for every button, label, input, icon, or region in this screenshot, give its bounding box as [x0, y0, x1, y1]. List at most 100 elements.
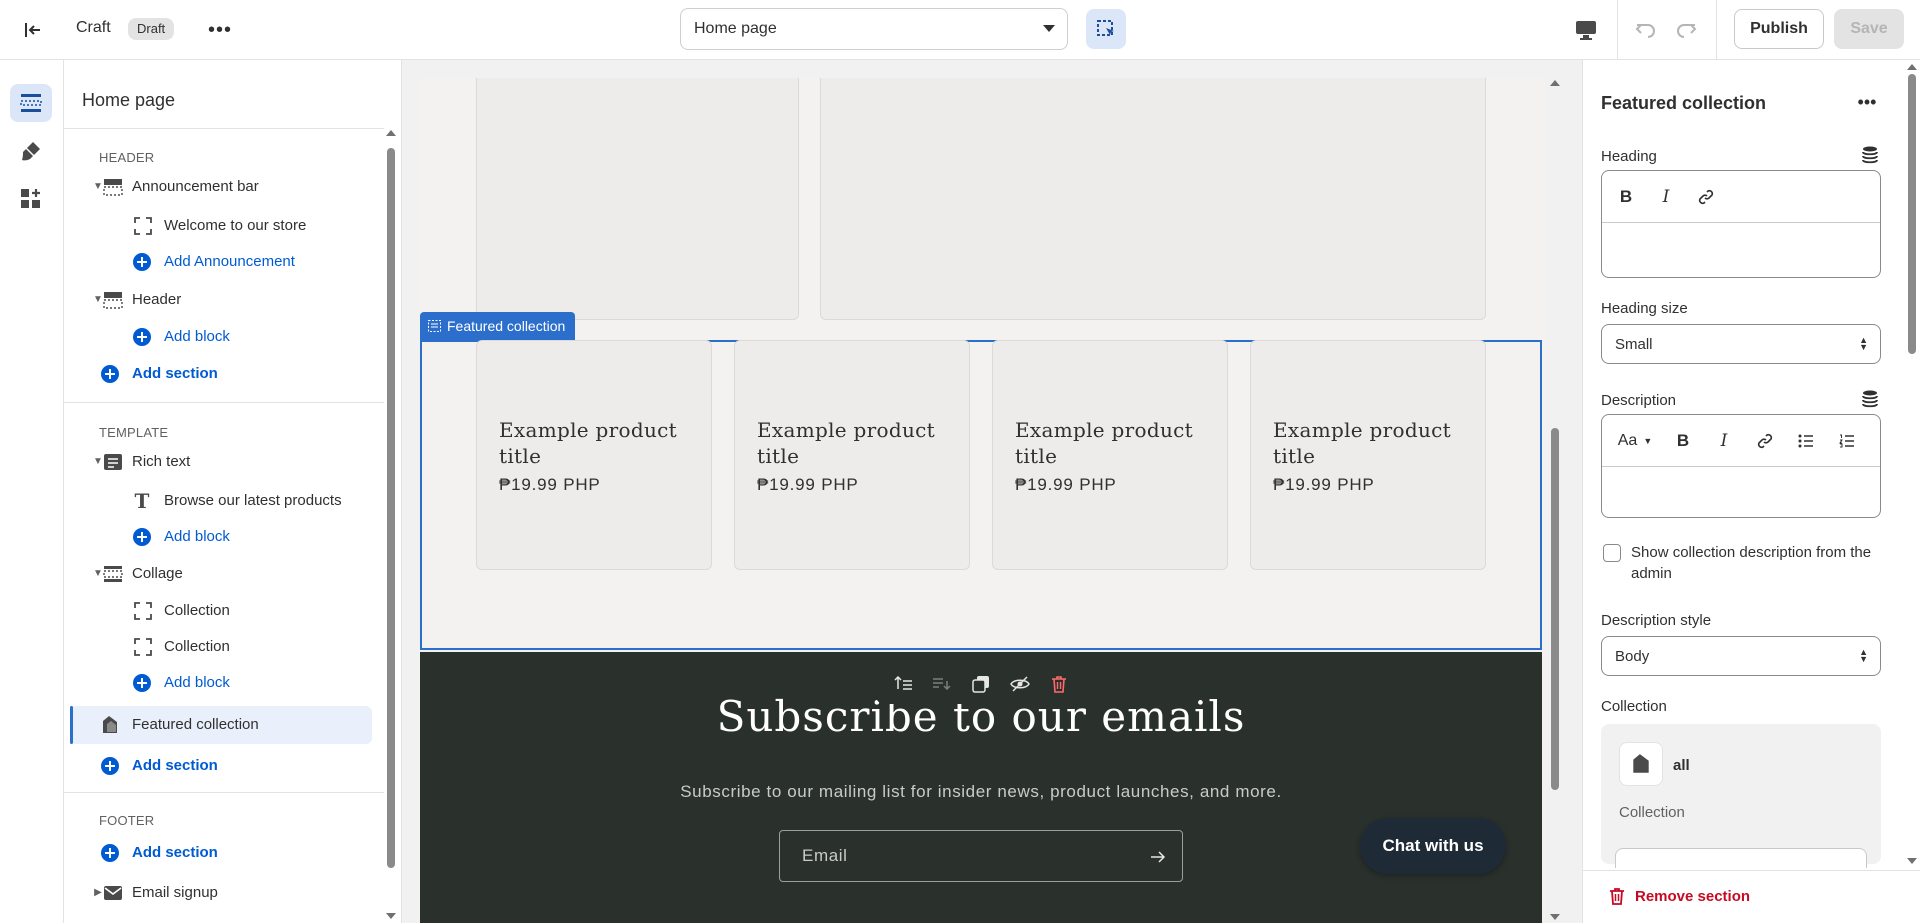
- move-up-icon[interactable]: [889, 670, 917, 698]
- dynamic-source-icon[interactable]: [1859, 144, 1881, 166]
- save-button[interactable]: Save: [1834, 9, 1904, 49]
- scroll-up-arrow-icon[interactable]: [386, 130, 396, 136]
- theme-settings-icon[interactable]: [10, 132, 52, 170]
- preview-scrollbar[interactable]: [1548, 78, 1562, 923]
- delete-icon[interactable]: [1045, 670, 1073, 698]
- plus-circle-icon: [131, 526, 153, 548]
- add-block-button[interactable]: Add block: [133, 527, 230, 546]
- product-card[interactable]: Example product title ₱19.99 PHP: [1250, 340, 1486, 570]
- change-collection-button[interactable]: [1615, 848, 1867, 868]
- bold-icon[interactable]: B: [1608, 179, 1644, 215]
- bullet-list-icon[interactable]: [1788, 423, 1824, 459]
- heading-size-select[interactable]: Small ▲ ▼: [1601, 324, 1881, 364]
- inspector-select-icon[interactable]: [1086, 9, 1126, 49]
- sidebar-item-collection[interactable]: Collection: [134, 601, 230, 620]
- description-editor[interactable]: Aa ▼ B I: [1601, 414, 1881, 518]
- desktop-preview-icon[interactable]: [1570, 14, 1602, 46]
- italic-icon[interactable]: I: [1648, 179, 1684, 215]
- more-options-icon[interactable]: •••: [206, 16, 234, 44]
- add-block-button[interactable]: Add block: [133, 673, 230, 692]
- product-title[interactable]: Example product title: [1015, 417, 1215, 469]
- collage-icon: [102, 563, 124, 585]
- italic-icon[interactable]: I: [1706, 423, 1742, 459]
- settings-scrollbar[interactable]: [1905, 60, 1919, 870]
- product-title[interactable]: Example product title: [757, 417, 957, 469]
- show-description-label[interactable]: Show collection description from the adm…: [1631, 542, 1881, 584]
- heading-editor[interactable]: B I: [1601, 170, 1881, 278]
- product-card[interactable]: Example product title ₱19.99 PHP: [992, 340, 1228, 570]
- section-action-toolbar: [876, 664, 1086, 704]
- collection-picker[interactable]: all Collection: [1601, 724, 1881, 868]
- scroll-down-arrow-icon[interactable]: [1907, 858, 1917, 864]
- scroll-down-arrow-icon[interactable]: [386, 913, 396, 919]
- add-section-button[interactable]: Add section: [101, 756, 218, 775]
- publish-button[interactable]: Publish: [1734, 9, 1824, 49]
- product-card[interactable]: Example product title ₱19.99 PHP: [734, 340, 970, 570]
- description-style-label: Description style: [1601, 612, 1712, 629]
- scroll-up-arrow-icon[interactable]: [1550, 80, 1560, 86]
- rte-toolbar: B I: [1602, 171, 1880, 223]
- left-rail: [0, 60, 64, 923]
- scrollbar-thumb[interactable]: [1908, 74, 1916, 354]
- add-announcement-button[interactable]: Add Announcement: [133, 252, 295, 271]
- plus-circle-icon: [131, 251, 153, 273]
- font-style-dropdown[interactable]: Aa ▼: [1610, 423, 1660, 459]
- status-badge: Draft: [128, 18, 175, 40]
- sidebar-item-label: Add block: [164, 674, 230, 691]
- collage-card[interactable]: [476, 78, 799, 320]
- bold-icon[interactable]: B: [1665, 423, 1701, 459]
- heading-size-label: Heading size: [1601, 300, 1688, 317]
- collage-card[interactable]: [820, 78, 1486, 320]
- sidebar-item-collection[interactable]: Collection: [134, 637, 230, 656]
- product-title[interactable]: Example product title: [1273, 417, 1473, 469]
- add-section-button[interactable]: Add section: [101, 364, 218, 383]
- more-options-icon[interactable]: •••: [1851, 88, 1883, 116]
- product-title[interactable]: Example product title: [499, 417, 699, 469]
- sidebar-item-email-signup[interactable]: ▶ Email signup: [94, 884, 218, 901]
- product-price: ₱19.99 PHP: [1273, 475, 1375, 494]
- plus-circle-icon: [131, 326, 153, 348]
- product-card[interactable]: Example product title ₱19.99 PHP: [476, 340, 712, 570]
- description-style-select[interactable]: Body ▲ ▼: [1601, 636, 1881, 676]
- sidebar-item-browse[interactable]: T Browse our latest products: [135, 489, 342, 513]
- rte-toolbar: Aa ▼ B I: [1602, 415, 1880, 467]
- scrollbar-thumb[interactable]: [1551, 428, 1559, 790]
- sidebar-item-collage[interactable]: ▼ Collage: [93, 565, 183, 582]
- section-icon: [428, 320, 441, 332]
- sidebar-item-welcome[interactable]: Welcome to our store: [134, 216, 306, 235]
- sidebar-item-announcement-bar[interactable]: ▼ Announcement bar: [93, 178, 259, 196]
- add-section-button[interactable]: Add section: [101, 843, 218, 862]
- sidebar-item-featured-collection[interactable]: Featured collection: [70, 706, 372, 744]
- scroll-down-arrow-icon[interactable]: [1550, 914, 1560, 920]
- sections-sidebar: Home page HEADER ▼ Announcement bar Welc…: [64, 60, 402, 923]
- text-icon: T: [134, 488, 150, 513]
- collection-label: Collection: [1601, 698, 1667, 715]
- link-icon[interactable]: [1747, 423, 1783, 459]
- move-down-icon[interactable]: [928, 670, 956, 698]
- link-icon[interactable]: [1688, 179, 1724, 215]
- scroll-up-arrow-icon[interactable]: [1907, 64, 1917, 70]
- sidebar-item-header[interactable]: ▼ Header: [93, 291, 181, 309]
- duplicate-icon[interactable]: [967, 670, 995, 698]
- sidebar-scrollbar[interactable]: [384, 128, 398, 923]
- apps-icon[interactable]: [10, 180, 52, 218]
- sections-icon[interactable]: [10, 84, 52, 122]
- preview-canvas[interactable]: Featured collection Example product titl…: [420, 78, 1546, 923]
- chat-with-us-button[interactable]: Chat with us: [1360, 818, 1506, 874]
- email-field[interactable]: Email: [779, 830, 1183, 882]
- hide-icon[interactable]: [1006, 670, 1034, 698]
- scrollbar-thumb[interactable]: [387, 148, 395, 868]
- redo-icon[interactable]: [1670, 14, 1702, 46]
- add-block-button[interactable]: Add block: [133, 327, 230, 346]
- selected-section-tag[interactable]: Featured collection: [420, 312, 576, 340]
- dynamic-source-icon[interactable]: [1859, 388, 1881, 410]
- template-select[interactable]: Home page: [680, 8, 1068, 50]
- undo-icon[interactable]: [1630, 14, 1662, 46]
- numbered-list-icon[interactable]: [1829, 423, 1865, 459]
- arrow-right-icon[interactable]: [1148, 847, 1168, 867]
- show-description-checkbox[interactable]: [1603, 544, 1621, 562]
- exit-icon[interactable]: [18, 16, 46, 44]
- remove-section-button[interactable]: Remove section: [1609, 887, 1750, 905]
- sidebar-item-rich-text[interactable]: ▼ Rich text: [93, 453, 190, 470]
- font-style-label: Aa: [1617, 431, 1638, 449]
